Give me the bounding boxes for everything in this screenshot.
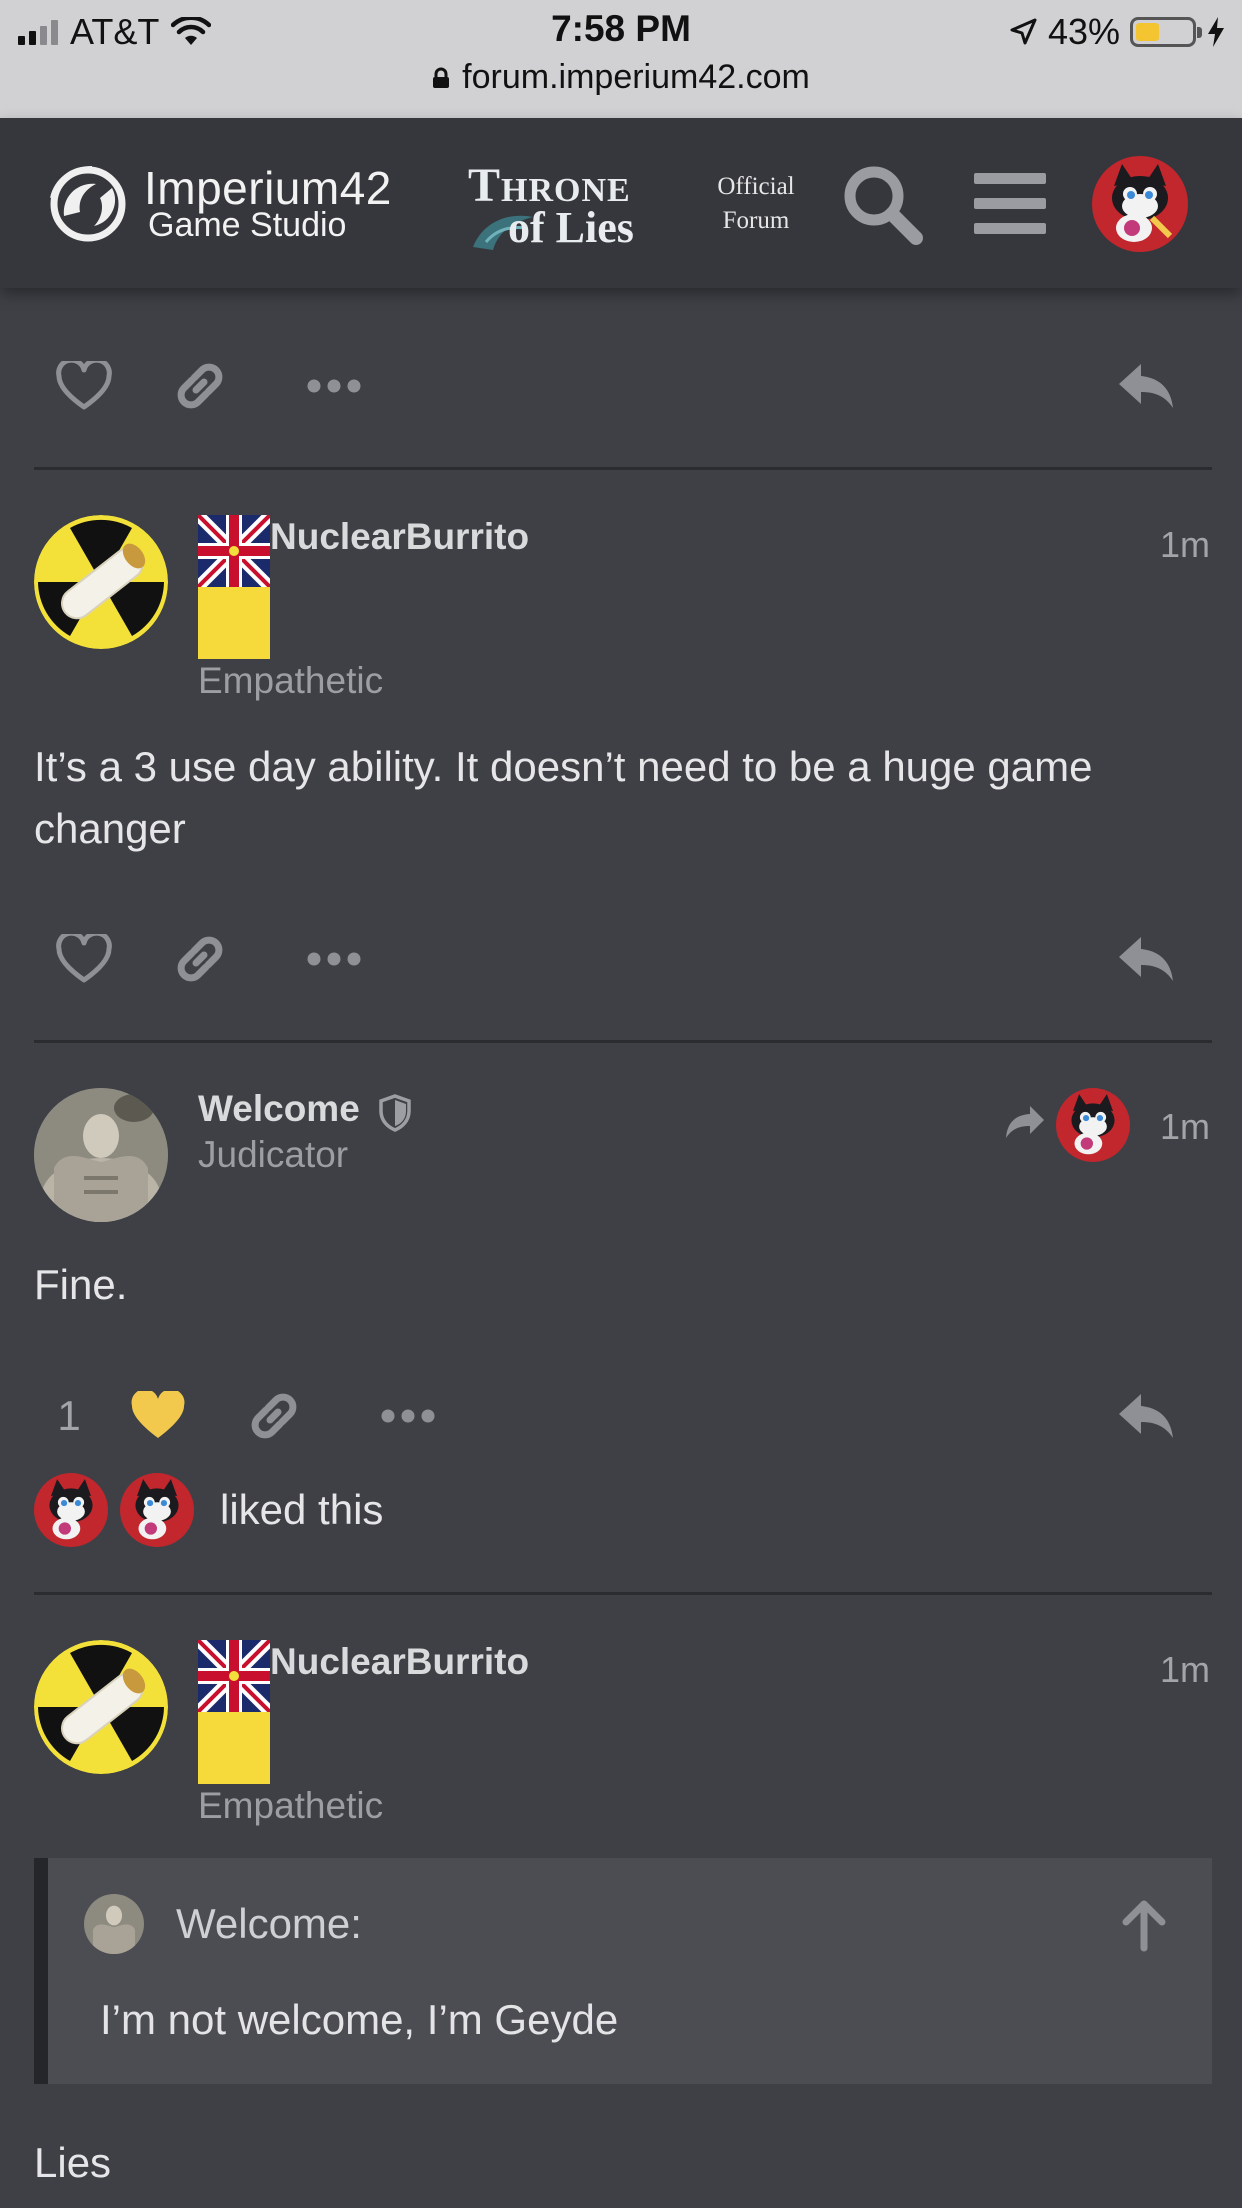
- post-actions-previous: [34, 346, 1210, 426]
- throne-of-lies-logo[interactable]: Throne of Lies: [468, 158, 678, 252]
- reply-arrow-icon: [1119, 937, 1173, 981]
- post-divider: [34, 1592, 1212, 1595]
- post-timestamp[interactable]: 1m: [1160, 1106, 1210, 1148]
- url-text: forum.imperium42.com: [462, 58, 810, 96]
- link-icon: [177, 936, 223, 982]
- share-link-button[interactable]: [160, 919, 240, 999]
- lock-icon: [433, 67, 450, 88]
- like-count[interactable]: 1: [44, 1376, 94, 1456]
- share-link-button[interactable]: [234, 1376, 314, 1456]
- ios-status-bar: AT&T 7:58 PM 43% forum.imperium42.com: [0, 0, 1242, 118]
- post-user-title: Empathetic: [198, 1785, 384, 1826]
- post-actions: 1: [34, 1376, 1210, 1456]
- user-avatar-nuclearburrito[interactable]: [34, 515, 168, 649]
- quote-text: I’m not welcome, I’m Geyde: [100, 1996, 619, 2043]
- jump-to-post-arrow-icon[interactable]: [1116, 1898, 1172, 1954]
- ellipsis-icon: [307, 379, 361, 393]
- cat-avatar-icon: [135, 1479, 179, 1540]
- reply-button[interactable]: [1106, 919, 1186, 999]
- quoted-reply: Welcome: I’m not welcome, I’m Geyde: [34, 1858, 1212, 2084]
- battery-icon: [1130, 17, 1202, 47]
- official-forum-label: Official Forum: [717, 173, 795, 234]
- location-arrow-icon: [1010, 18, 1037, 45]
- reply-arrow-icon: [1119, 364, 1173, 408]
- search-icon: [844, 166, 923, 245]
- reply-to-user-avatar[interactable]: [1056, 1088, 1130, 1162]
- post-username[interactable]: NuclearBurrito: [270, 1641, 529, 1683]
- ellipsis-icon: [381, 1409, 435, 1423]
- like-button[interactable]: [44, 346, 124, 426]
- reply-to-arrow-icon[interactable]: [1004, 1104, 1046, 1140]
- cat-avatar-icon: [1112, 164, 1173, 242]
- post-user-title: Judicator: [198, 1134, 349, 1175]
- post-timestamp[interactable]: 1m: [1160, 1649, 1210, 1691]
- hamburger-menu-icon: [974, 173, 1046, 234]
- post-actions: [34, 919, 1210, 999]
- muscular-figure-avatar-icon: [34, 1088, 168, 1222]
- post-body: It’s a 3 use day ability. It doesn’t nee…: [34, 743, 1093, 852]
- reply-arrow-icon: [1119, 1394, 1173, 1438]
- more-options-button[interactable]: [368, 1376, 448, 1456]
- link-icon: [177, 363, 223, 409]
- user-avatar-nuclearburrito[interactable]: [34, 1640, 168, 1774]
- quote-author: Welcome:: [176, 1900, 362, 1947]
- liked-this-label: liked this: [220, 1486, 384, 1533]
- user-flair-flag: [198, 1640, 270, 1784]
- address-bar[interactable]: forum.imperium42.com: [0, 58, 1242, 97]
- post-body: Fine.: [34, 1261, 128, 1308]
- game-logo-line2: of Lies: [508, 203, 634, 252]
- reply-button[interactable]: [1106, 346, 1186, 426]
- liked-by-row: liked this: [34, 1472, 383, 1548]
- search-button[interactable]: [834, 154, 930, 254]
- radiation-burrito-avatar-icon: [34, 1640, 168, 1774]
- user-avatar-welcome[interactable]: [34, 1088, 168, 1222]
- muscular-figure-avatar-icon: [84, 1894, 144, 1954]
- more-options-button[interactable]: [294, 346, 374, 426]
- current-user-avatar[interactable]: [1092, 156, 1188, 252]
- post-divider: [34, 1040, 1212, 1043]
- liker-avatar[interactable]: [120, 1473, 194, 1547]
- quote-author-avatar: [84, 1894, 144, 1954]
- moderator-shield-icon: [379, 1094, 411, 1132]
- post-username[interactable]: NuclearBurrito: [270, 516, 529, 558]
- link-icon: [251, 1393, 297, 1439]
- forum-header: Imperium42 Game Studio Throne of Lies Of…: [0, 118, 1242, 288]
- imperium42-logo[interactable]: Imperium42 Game Studio: [42, 158, 392, 248]
- cat-avatar-icon: [49, 1479, 93, 1540]
- liker-avatar[interactable]: [34, 1473, 108, 1547]
- post-divider: [34, 467, 1212, 470]
- heart-filled-icon: [131, 1391, 185, 1438]
- post-username[interactable]: Welcome: [198, 1088, 360, 1130]
- imperium42-swirl-icon: [50, 166, 126, 242]
- like-button[interactable]: [44, 919, 124, 999]
- studio-name: Imperium42: [144, 162, 392, 214]
- ellipsis-icon: [307, 952, 361, 966]
- more-options-button[interactable]: [294, 919, 374, 999]
- user-flair-flag: [198, 515, 270, 659]
- radiation-burrito-avatar-icon: [34, 515, 168, 649]
- liked-button[interactable]: [118, 1376, 198, 1456]
- charging-bolt-icon: [1208, 17, 1224, 47]
- cat-avatar-icon: [1071, 1094, 1115, 1155]
- share-link-button[interactable]: [160, 346, 240, 426]
- battery-percent: 43%: [1047, 11, 1120, 52]
- studio-subtitle: Game Studio: [148, 206, 347, 244]
- reply-button[interactable]: [1106, 1376, 1186, 1456]
- heart-outline-icon: [56, 934, 112, 983]
- menu-button[interactable]: [962, 154, 1058, 254]
- post-user-title: Empathetic: [198, 660, 384, 701]
- post-body: Lies: [34, 2139, 112, 2186]
- post-timestamp[interactable]: 1m: [1160, 524, 1210, 566]
- heart-outline-icon: [56, 361, 112, 410]
